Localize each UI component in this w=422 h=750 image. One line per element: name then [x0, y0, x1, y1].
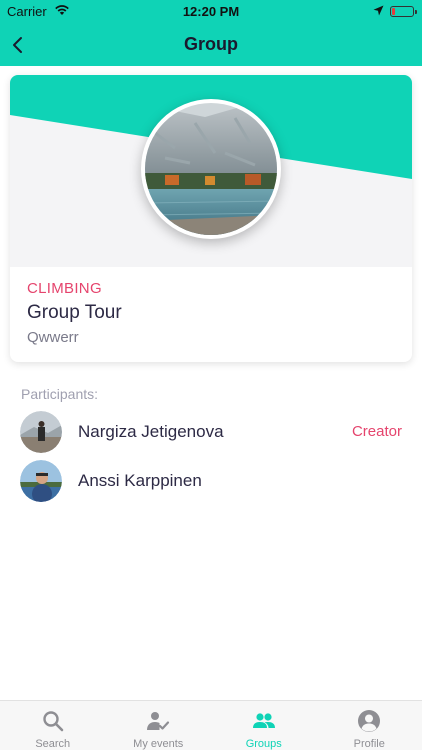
tab-bar: Search My events Groups Profile [0, 700, 422, 750]
tab-label: My events [133, 738, 184, 750]
participant-name: Nargiza Jetigenova [78, 422, 224, 441]
group-description: Qwwerr [27, 329, 79, 346]
tab-profile[interactable]: Profile [317, 701, 422, 750]
group-image [141, 99, 281, 239]
participant-role-badge: Creator [351, 423, 402, 440]
tab-label: Search [35, 738, 71, 750]
nav-bar: Group [0, 24, 422, 66]
participant-row[interactable]: Nargiza Jetigenova Creator [20, 411, 402, 453]
page-title: Group [184, 34, 238, 54]
profile-icon [358, 710, 381, 732]
tab-groups[interactable]: Groups [211, 701, 317, 750]
participant-row[interactable]: Anssi Karppinen [20, 460, 402, 502]
participant-name: Anssi Karppinen [78, 471, 202, 490]
battery-fill [392, 8, 395, 15]
group-name: Group Tour [27, 302, 122, 323]
battery-icon [390, 6, 417, 17]
tab-label: Profile [353, 738, 385, 750]
participants-label: Participants: [21, 386, 99, 402]
group-category: CLIMBING [27, 280, 102, 297]
group-card[interactable]: CLIMBING Group Tour Qwwerr [10, 75, 412, 362]
lake-mountain-image [145, 103, 277, 235]
location-icon [373, 5, 384, 16]
tab-my-events[interactable]: My events [106, 701, 212, 750]
status-bar: Carrier 12:20 PM [0, 0, 422, 24]
search-icon [43, 711, 64, 732]
avatar [20, 460, 62, 502]
status-time: 12:20 PM [182, 4, 240, 19]
avatar [20, 411, 62, 453]
group-icon [252, 713, 275, 728]
tab-label: Groups [245, 738, 282, 750]
tab-search[interactable]: Search [0, 701, 106, 750]
user-check-icon [147, 712, 170, 730]
